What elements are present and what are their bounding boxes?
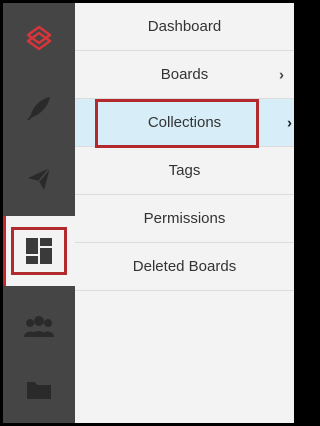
menu-item-boards[interactable]: Boards › [75,51,294,99]
app-logo-button[interactable] [3,3,75,73]
feather-icon [27,97,50,121]
users-group-icon [24,316,54,337]
menu-item-label: Dashboard [147,18,222,35]
menu-item-permissions[interactable]: Permissions [75,195,294,243]
paper-plane-icon [28,167,51,190]
menu-item-tags[interactable]: Tags [75,147,294,195]
rail-item-users[interactable] [3,291,75,361]
rail-item-folders[interactable] [3,355,75,423]
menu-item-dashboard[interactable]: Dashboard [75,3,294,51]
menu-item-label: Deleted Boards [132,258,237,275]
chevron-right-icon: › [287,114,292,131]
menu-item-label: Permissions [143,210,226,227]
submenu: Dashboard Boards › Collections › Tags Pe… [75,3,294,295]
menu-item-label: Tags [168,162,201,179]
menu-item-deleted-boards[interactable]: Deleted Boards [75,243,294,291]
highlight-box-rail [11,227,67,275]
chevron-right-icon: › [279,66,284,83]
app-frame: Dashboard Boards › Collections › Tags Pe… [3,3,294,423]
menu-item-label: Boards [160,66,209,83]
highlight-box-collections [95,99,259,148]
rail-item-feather[interactable] [3,73,75,143]
rail-item-send[interactable] [3,143,75,213]
folder-icon [27,382,51,399]
app-logo-icon [26,25,52,51]
icon-rail [3,3,75,423]
